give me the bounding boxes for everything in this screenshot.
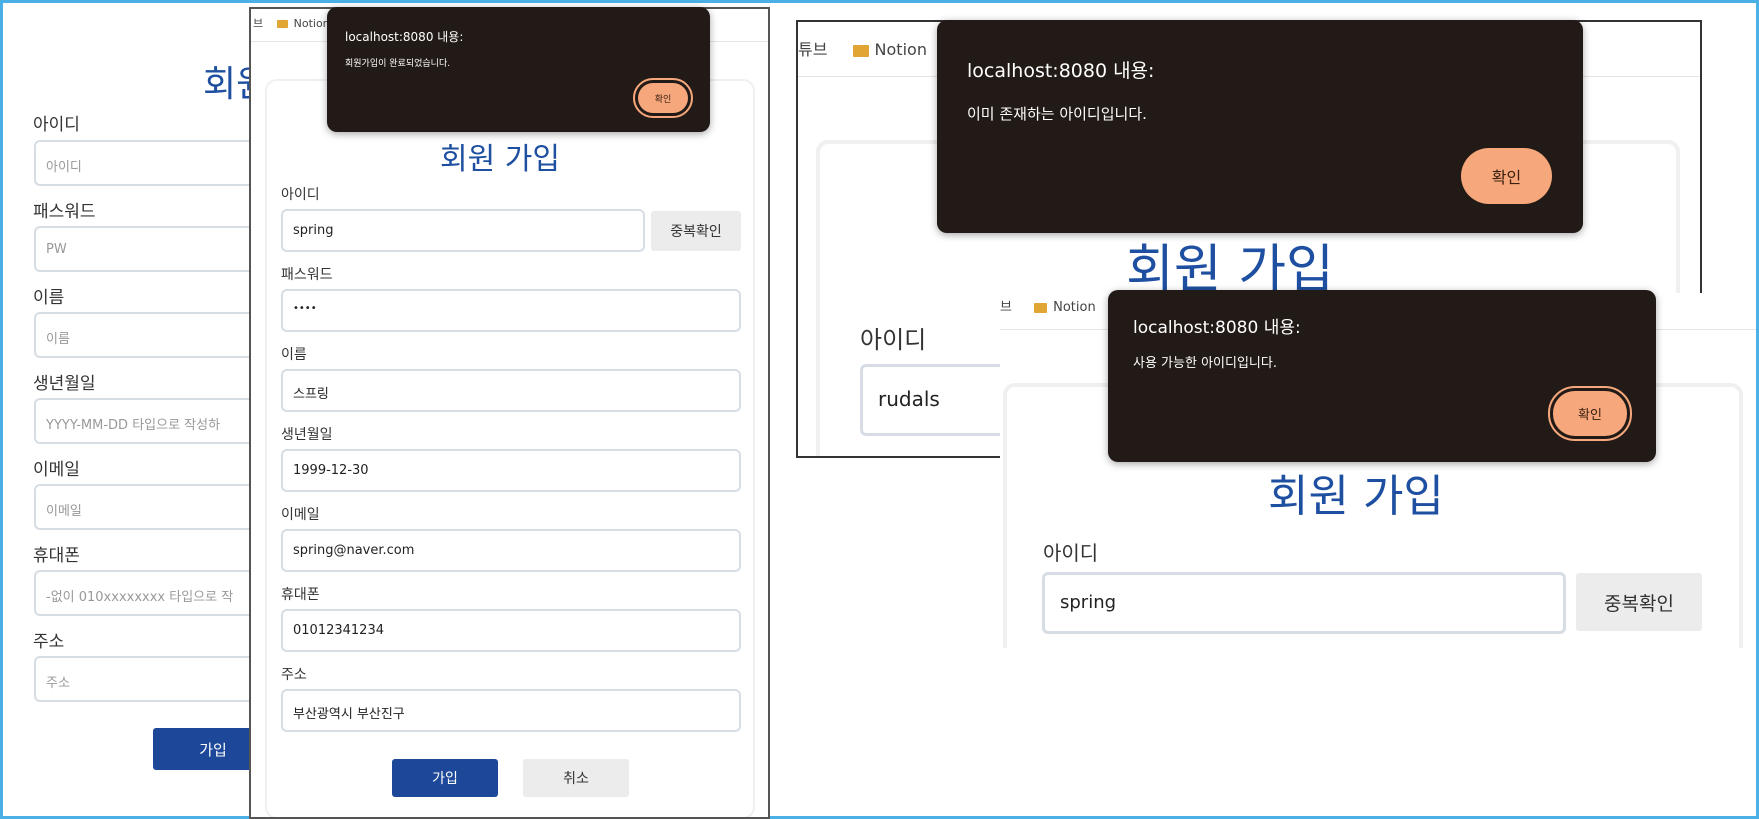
address-value: 부산광역시 부산진구 [293, 707, 405, 722]
page-title: 회원 가입 [440, 142, 560, 177]
tab-bar: 브 Notion [253, 15, 330, 31]
field-label-phone: 휴대폰 [33, 546, 80, 566]
field-label-email: 이메일 [281, 507, 320, 523]
field-label-birth: 생년월일 [281, 427, 333, 443]
alert-host: localhost:8080 내용: [1133, 318, 1301, 338]
id-input[interactable] [1042, 572, 1566, 634]
submit-button[interactable]: 가입 [153, 728, 253, 770]
tab-left: 튜브 [798, 40, 828, 59]
signup-panel-1: 회원 아이디 아이디 패스워드 PW 이름 이름 생년월일 YYYY-MM-DD… [3, 3, 253, 816]
alert-message: 이미 존재하는 아이디입니다. [967, 105, 1147, 123]
id-value: spring [1060, 592, 1117, 613]
tab-bar: 브 Notion [1000, 296, 1096, 315]
duplicate-check-button[interactable]: 중복확인 [651, 211, 741, 251]
id-placeholder: 아이디 [46, 160, 82, 175]
tab-notion[interactable]: Notion [1053, 300, 1096, 315]
field-label-id: 아이디 [33, 115, 80, 135]
alert-message: 회원가입이 완료되었습니다. [345, 59, 451, 69]
password-value: •••• [293, 303, 317, 314]
field-label-id: 아이디 [281, 187, 320, 203]
email-value: spring@naver.com [293, 543, 415, 558]
field-label-name: 이름 [281, 347, 307, 363]
field-label-phone: 휴대폰 [281, 587, 320, 603]
alert-ok-button[interactable]: 확인 [1548, 386, 1632, 441]
password-placeholder: PW [46, 242, 67, 257]
field-label-password: 패스워드 [33, 202, 96, 222]
tab-notion[interactable]: Notion [875, 40, 927, 59]
alert-dialog-id-exists: localhost:8080 내용: 이미 존재하는 아이디입니다. 확인 [937, 20, 1583, 233]
tab-notion[interactable]: Notion [294, 17, 330, 30]
phone-value: 01012341234 [293, 623, 384, 638]
name-value: 스프링 [293, 387, 329, 402]
alert-dialog-signup-complete: localhost:8080 내용: 회원가입이 완료되었습니다. 확인 [327, 7, 710, 132]
alert-dialog-id-available: localhost:8080 내용: 사용 가능한 아이디입니다. 확인 [1108, 290, 1656, 462]
field-label-name: 이름 [33, 288, 65, 308]
alert-host: localhost:8080 내용: [345, 30, 464, 44]
duplicate-check-button[interactable]: 중복확인 [1576, 573, 1702, 631]
field-label-email: 이메일 [33, 460, 80, 480]
field-label-address: 주소 [33, 632, 65, 652]
page-title: 회원 [203, 64, 253, 105]
field-label-password: 패스워드 [281, 267, 333, 283]
password-input[interactable] [281, 289, 741, 332]
field-label-id: 아이디 [860, 326, 927, 354]
field-label-address: 주소 [281, 667, 307, 683]
tab-left: 브 [1000, 300, 1012, 315]
id-value: rudals [878, 387, 940, 411]
alert-ok-button[interactable]: 확인 [1461, 148, 1552, 204]
tab-left: 브 [253, 17, 264, 30]
field-label-birth: 생년월일 [33, 374, 96, 394]
field-label-id: 아이디 [1043, 541, 1099, 565]
email-placeholder: 이메일 [46, 504, 82, 519]
phone-placeholder: -없이 010xxxxxxxx 타입으로 작 [46, 590, 234, 605]
name-placeholder: 이름 [46, 332, 70, 347]
submit-button[interactable]: 가입 [392, 759, 498, 797]
name-input[interactable] [281, 369, 741, 412]
page-title: 회원 가입 [1268, 471, 1444, 522]
id-input[interactable] [281, 209, 645, 252]
folder-icon [852, 44, 869, 57]
tab-bar: 튜브 Notion [798, 36, 927, 60]
birth-placeholder: YYYY-MM-DD 타입으로 작성하 [46, 418, 221, 433]
alert-ok-button[interactable]: 확인 [633, 78, 693, 118]
cancel-button[interactable]: 취소 [523, 759, 629, 797]
alert-message: 사용 가능한 아이디입니다. [1133, 356, 1277, 371]
alert-host: localhost:8080 내용: [967, 60, 1155, 82]
id-value: spring [293, 223, 334, 238]
birth-value: 1999-12-30 [293, 463, 369, 478]
folder-icon [1034, 302, 1048, 313]
address-placeholder: 주소 [46, 676, 70, 691]
folder-icon [276, 20, 288, 28]
